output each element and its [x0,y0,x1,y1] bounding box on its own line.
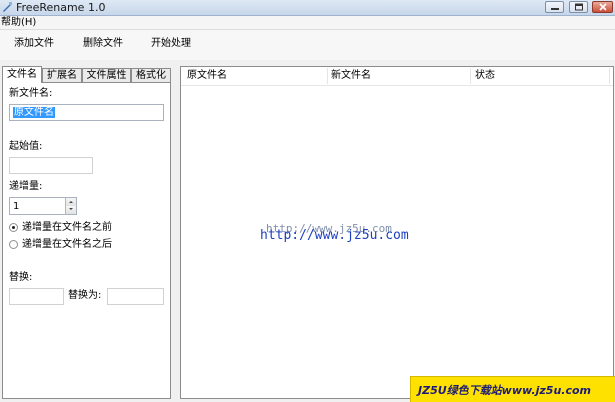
new-name-input[interactable]: 原文件名 [9,104,164,121]
delete-file-button[interactable]: 删除文件 [83,38,123,50]
file-list-header: 原文件名 新文件名 状态 [181,67,613,86]
tab-filename[interactable]: 文件名 [2,66,42,83]
new-name-label: 新文件名: [9,88,53,99]
column-original-name[interactable]: 原文件名 [187,70,227,82]
increment-label: 递增量: [9,181,43,192]
column-new-name[interactable]: 新文件名 [331,70,371,82]
tab-format[interactable]: 格式化 [131,68,171,82]
toolbar: 添加文件 删除文件 开始处理 [0,30,615,60]
minimize-button[interactable] [545,1,564,13]
tab-file-attributes[interactable]: 文件属性 [82,68,131,82]
menu-bar: 帮助(H) [0,16,615,30]
column-divider[interactable] [327,68,328,84]
radio-increment-before[interactable] [9,223,18,232]
spin-down-button[interactable] [66,206,76,214]
chevron-down-icon [69,208,73,210]
options-panel: 文件名 扩展名 文件属性 格式化 新文件名: 原文件名 起始值: 递增量: 1 [2,66,171,399]
radio-increment-after-label[interactable]: 递增量在文件名之后 [22,239,112,251]
column-status[interactable]: 状态 [475,70,495,82]
close-button[interactable] [592,1,613,13]
window-title: FreeRename 1.0 [16,1,106,14]
app-icon [3,2,12,12]
radio-checked-dot [12,226,15,229]
menu-help[interactable]: 帮助(H) [1,16,36,29]
start-process-button[interactable]: 开始处理 [151,38,191,50]
column-divider[interactable] [609,68,610,84]
tab-page-filename: 新文件名: 原文件名 起始值: 递增量: 1 递增量在文件名之前 递增量在文件名… [2,82,171,399]
watermark-corner-badge: JZ5U绿色下载站www.jz5u.com [410,376,615,402]
replace-input[interactable] [9,288,64,305]
add-file-button[interactable]: 添加文件 [14,38,54,50]
start-value-input[interactable] [9,157,93,174]
tab-strip: 文件名 扩展名 文件属性 格式化 [2,66,171,83]
increment-value: 1 [13,201,20,212]
replace-with-label: 替换为: [68,290,102,301]
maximize-button[interactable] [569,1,588,13]
tab-extension[interactable]: 扩展名 [42,68,82,82]
minimize-icon [550,8,559,10]
increment-stepper[interactable]: 1 [9,197,77,215]
radio-increment-before-label[interactable]: 递增量在文件名之前 [22,222,112,234]
replace-label: 替换: [9,272,33,283]
title-bar: FreeRename 1.0 [0,0,615,16]
watermark-url: http://www.jz5u.com [260,228,409,243]
replace-with-input[interactable] [107,288,164,305]
watermark-corner-text: JZ5U绿色下载站www.jz5u.com [418,384,591,397]
maximize-icon [574,3,583,11]
radio-increment-after[interactable] [9,240,18,249]
start-value-label: 起始值: [9,141,43,152]
chevron-up-icon [69,201,73,203]
column-divider[interactable] [470,68,471,84]
increment-spinner [65,198,76,215]
close-icon [598,3,607,11]
new-name-value: 原文件名 [13,107,55,118]
